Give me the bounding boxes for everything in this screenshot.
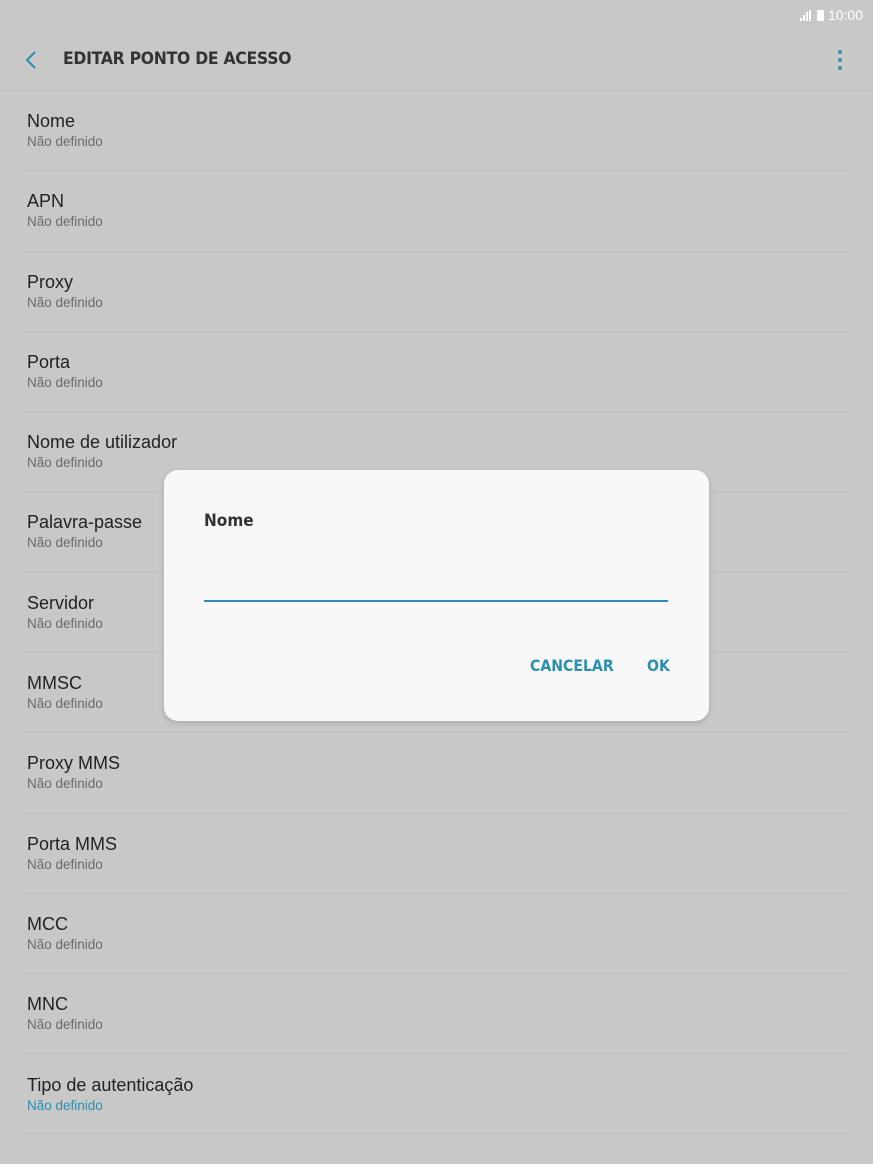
status-time: 10:00 [827, 7, 863, 23]
dialog-title: Nome [204, 511, 254, 531]
setting-value: Não definido [27, 134, 103, 149]
app-bar: EDITAR PONTO DE ACESSO [0, 30, 873, 90]
setting-item-mcc[interactable]: MCC Não definido [21, 894, 852, 975]
setting-label: MNC [27, 994, 68, 1015]
setting-value: Não definido [27, 856, 103, 872]
setting-label: Porta MMS [27, 833, 118, 854]
signal-icon [799, 9, 811, 21]
setting-item-mnc[interactable]: MNC Não definido [21, 974, 852, 1055]
battery-icon [816, 9, 824, 21]
setting-label: Nome [27, 111, 76, 131]
setting-item-tipo-de-autenticacao[interactable]: Tipo de autenticação Não definido [21, 1055, 852, 1135]
setting-label: Porta [27, 351, 71, 372]
setting-item-apn[interactable]: APN Não definido [21, 171, 852, 252]
ok-button[interactable]: OK [647, 656, 670, 675]
setting-item-porta-mms[interactable]: Porta MMS Não definido [21, 814, 852, 894]
setting-item-nome[interactable]: Nome Não definido [21, 91, 852, 172]
status-bar: 10:00 [0, 0, 873, 30]
setting-value: Não definido [27, 374, 103, 390]
chevron-left-icon [25, 51, 36, 69]
setting-label: MCC [27, 913, 68, 934]
setting-label: APN [27, 191, 65, 212]
name-input[interactable] [204, 566, 668, 602]
setting-label: Nome de utilizador [27, 432, 178, 453]
setting-value: Não definido [27, 455, 103, 471]
more-options-button[interactable] [834, 48, 846, 72]
setting-label: Proxy [27, 271, 74, 292]
setting-value: Não definido [27, 294, 103, 310]
more-vert-icon [838, 50, 842, 54]
setting-value: Não definido [27, 214, 103, 230]
setting-item-porta[interactable]: Porta Não definido [21, 332, 852, 413]
setting-label: Tipo de autenticação [27, 1074, 194, 1095]
setting-item-proxy-mms[interactable]: Proxy MMS Não definido [21, 733, 852, 814]
setting-item-proxy[interactable]: Proxy Não definido [21, 252, 852, 332]
back-button[interactable] [20, 48, 42, 72]
setting-label: Proxy MMS [27, 753, 121, 774]
setting-value: Não definido [27, 936, 103, 952]
page-title: EDITAR PONTO DE ACESSO [63, 49, 292, 69]
setting-value: Não definido [27, 776, 103, 792]
setting-value: Não definido [27, 1097, 103, 1113]
setting-value: Não definido [27, 1017, 103, 1033]
edit-dialog: Nome CANCELAR OK [164, 470, 709, 721]
cancel-button[interactable]: CANCELAR [530, 656, 614, 675]
